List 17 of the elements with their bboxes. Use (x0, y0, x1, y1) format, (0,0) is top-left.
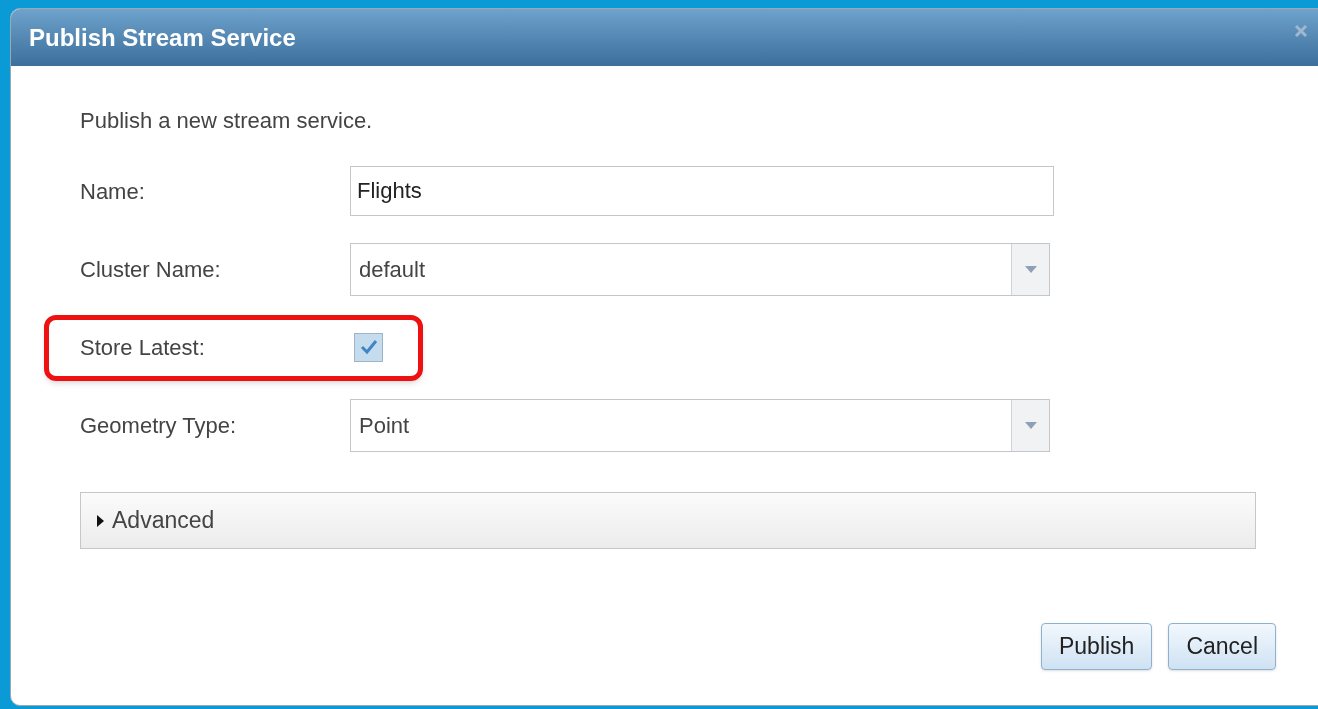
dropdown[interactable]: default (350, 242, 1050, 296)
checkbox[interactable] (354, 332, 383, 362)
checkmark-icon (358, 338, 379, 356)
publish-button[interactable]: Publish (1040, 623, 1153, 670)
name-input[interactable]: Flights (350, 166, 1054, 216)
cancel-button[interactable]: Cancel (1168, 623, 1276, 670)
collapsed-triangle-icon (97, 514, 104, 527)
caret-icon (1024, 265, 1037, 273)
field-label: Geometry Type: (80, 411, 238, 440)
dialog-title: Publish Stream Service (29, 22, 296, 53)
field-label: Store Latest: (80, 333, 206, 362)
advanced-panel[interactable]: Advanced (80, 492, 1256, 549)
field-label: Name: (80, 177, 146, 206)
field-label: Cluster Name: (80, 255, 222, 284)
caret-icon (1024, 421, 1037, 429)
dropdown[interactable]: Point (350, 398, 1050, 452)
description-text: Publish a new stream service. (80, 107, 374, 135)
